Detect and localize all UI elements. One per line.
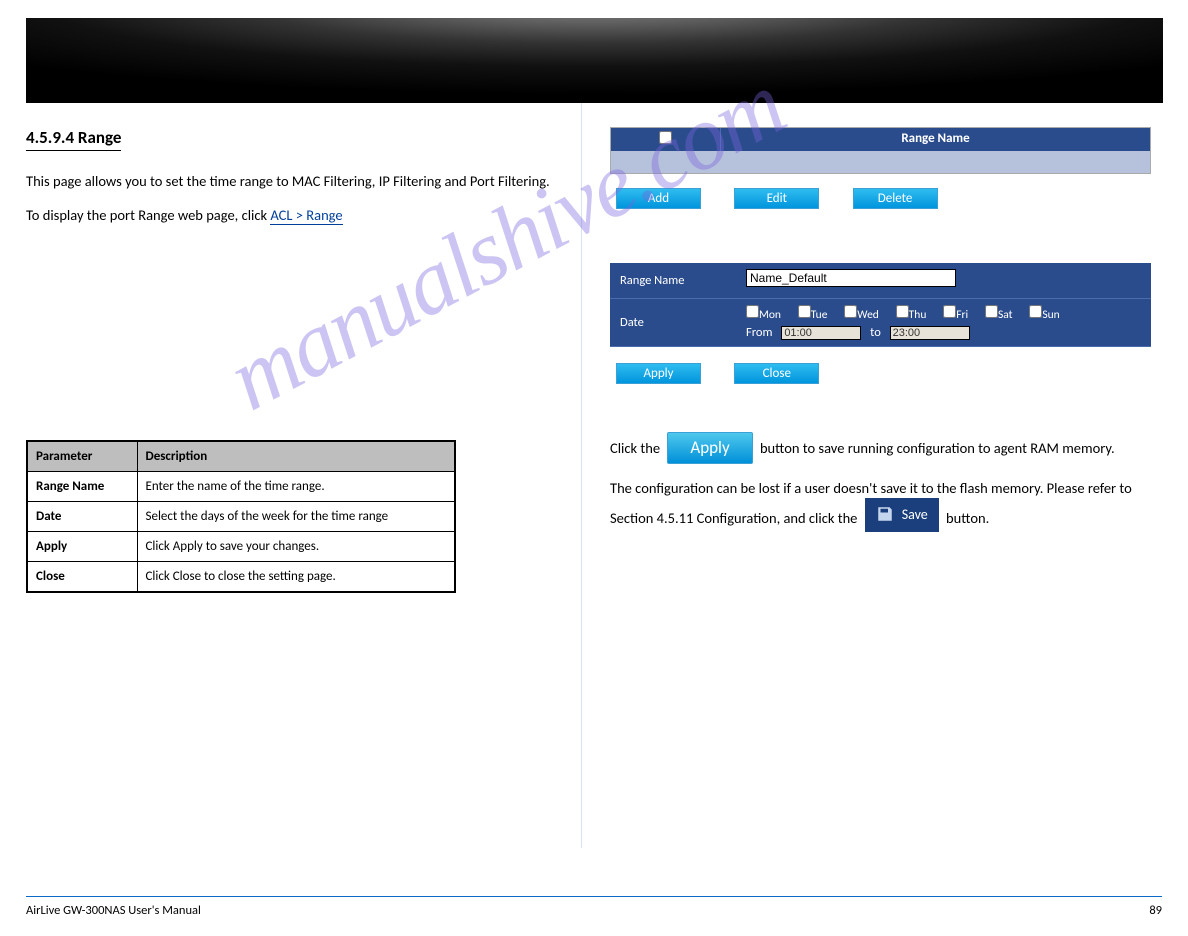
big-apply-button[interactable]: Apply (667, 432, 752, 464)
footer-page-number: 89 (1149, 903, 1162, 918)
from-label: From (746, 325, 772, 340)
section-title: 4.5.9.4 Range (26, 127, 121, 151)
setup-note: To display the port Range web page, clic… (26, 205, 561, 225)
range-list-panel: Range Name (610, 127, 1151, 174)
param-cell: Apply (27, 531, 137, 561)
setup-path-link[interactable]: ACL > Range (270, 206, 342, 225)
floppy-icon (876, 505, 896, 525)
select-all-cell (611, 128, 721, 151)
table-row: Range Name Enter the name of the time ra… (27, 471, 455, 501)
setup-lead: To display the port Range web page, clic… (26, 206, 267, 224)
desc-header: Description (137, 441, 455, 472)
desc-cell: Select the days of the week for the time… (137, 501, 455, 531)
to-input[interactable] (890, 326, 970, 340)
day-sun[interactable]: Sun (1029, 308, 1059, 322)
left-column: 4.5.9.4 Range This page allows you to se… (26, 103, 581, 848)
day-fri[interactable]: Fri (943, 308, 968, 322)
day-sat[interactable]: Sat (985, 308, 1013, 322)
day-tue[interactable]: Tue (798, 308, 828, 322)
apply-note-1: Click the Apply button to save running c… (610, 432, 1151, 464)
right-column: Range Name Add Edit Delete Range Name Da… (581, 103, 1151, 848)
from-input[interactable] (781, 326, 861, 340)
footer-left: AirLive GW-300NAS User's Manual (26, 903, 201, 918)
delete-button[interactable]: Delete (853, 188, 938, 209)
param-header: Parameter (27, 441, 137, 472)
form-apply-button[interactable]: Apply (616, 363, 701, 384)
form-button-row: Apply Close (610, 355, 1151, 392)
time-row: From to (746, 325, 1143, 340)
to-label: to (870, 325, 881, 340)
param-cell: Date (27, 501, 137, 531)
table-row: Apply Click Apply to save your changes. (27, 531, 455, 561)
date-label: Date (610, 299, 738, 346)
edit-button[interactable]: Edit (734, 188, 819, 209)
day-wed[interactable]: Wed (844, 308, 879, 322)
header-banner (26, 18, 1163, 103)
footer: AirLive GW-300NAS User's Manual 89 (26, 896, 1162, 918)
add-button[interactable]: Add (616, 188, 701, 209)
range-list-empty (611, 151, 1150, 173)
day-mon[interactable]: Mon (746, 308, 781, 322)
desc-cell: Enter the name of the time range. (137, 471, 455, 501)
range-name-label: Range Name (610, 263, 738, 298)
table-row: Date Select the days of the week for the… (27, 501, 455, 531)
range-name-input[interactable] (746, 269, 956, 287)
apply-note-2: The configuration can be lost if a user … (610, 478, 1151, 532)
param-cell: Close (27, 561, 137, 592)
table-row: Close Click Close to close the setting p… (27, 561, 455, 592)
range-name-header: Range Name (721, 128, 1150, 151)
range-list-buttons: Add Edit Delete (610, 180, 1151, 217)
desc-cell: Click Apply to save your changes. (137, 531, 455, 561)
select-all-checkbox[interactable] (659, 131, 672, 144)
param-cell: Range Name (27, 471, 137, 501)
desc-cell: Click Close to close the setting page. (137, 561, 455, 592)
form-close-button[interactable]: Close (734, 363, 819, 384)
day-thu[interactable]: Thu (896, 308, 927, 322)
range-form: Range Name Date Mon Tue Wed Thu Fri Sat … (610, 263, 1151, 392)
intro-text: This page allows you to set the time ran… (26, 171, 561, 191)
parameter-table: Parameter Description Range Name Enter t… (26, 440, 456, 593)
save-button[interactable]: Save (865, 498, 939, 532)
day-row: Mon Tue Wed Thu Fri Sat Sun (746, 305, 1143, 322)
